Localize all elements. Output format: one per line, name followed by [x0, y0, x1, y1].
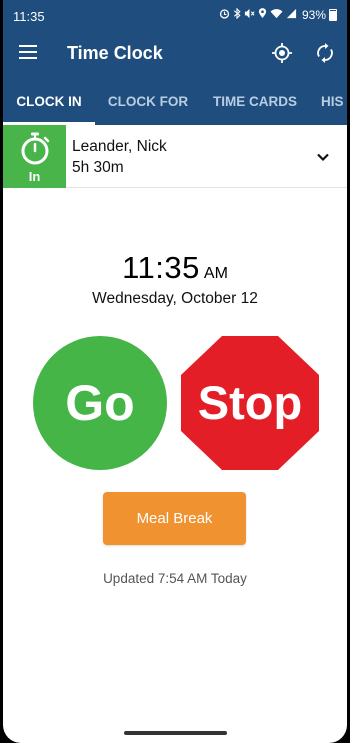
stop-button[interactable]: Stop	[181, 336, 319, 470]
signal-icon	[286, 8, 297, 22]
employee-hours: 5h 30m	[72, 159, 124, 176]
tab-bar: CLOCK IN CLOCK FOR TIME CARDS HIS	[3, 78, 347, 125]
status-icons: 93%	[219, 7, 337, 22]
chevron-down-icon	[316, 149, 330, 167]
go-button[interactable]: Go	[33, 336, 167, 470]
battery-percent: 93%	[301, 8, 326, 22]
wifi-icon	[270, 8, 283, 22]
status-indicator: In	[3, 125, 66, 188]
meal-break-button[interactable]: Meal Break	[103, 492, 246, 545]
employee-name: Leander, Nick	[72, 138, 167, 155]
tab-clock-for[interactable]: CLOCK FOR	[103, 78, 193, 125]
stop-label: Stop	[197, 376, 303, 429]
bluetooth-icon	[233, 7, 241, 22]
alarm-icon	[219, 8, 230, 22]
current-time: 11:35 AM	[3, 250, 347, 286]
clock-ampm: AM	[203, 265, 228, 282]
status-label: In	[28, 169, 41, 184]
phone-screen: 11:35 93% Time Clock CLOCK IN CLOCK FOR …	[3, 0, 347, 743]
app-bar: Time Clock	[3, 28, 347, 78]
current-date: Wednesday, October 12	[92, 290, 258, 307]
employee-selector[interactable]: In Leander, Nick 5h 30m	[3, 125, 347, 188]
status-time: 11:35	[13, 9, 45, 24]
location-icon	[258, 8, 267, 22]
sync-icon[interactable]	[315, 42, 335, 69]
app-title: Time Clock	[67, 43, 163, 63]
tab-time-cards[interactable]: TIME CARDS	[207, 78, 303, 125]
stopwatch-icon	[21, 132, 50, 165]
menu-icon[interactable]	[19, 45, 37, 59]
tab-history[interactable]: HIS	[321, 78, 347, 125]
location-target-icon[interactable]	[271, 42, 293, 69]
mute-icon	[244, 8, 255, 22]
tab-clock-in[interactable]: CLOCK IN	[3, 78, 95, 125]
home-indicator[interactable]	[124, 731, 227, 735]
status-bar: 11:35 93%	[3, 0, 347, 28]
clock-time: 11:35	[122, 250, 200, 285]
battery-icon	[329, 9, 337, 21]
last-updated-text: Updated 7:54 AM Today	[103, 571, 247, 586]
